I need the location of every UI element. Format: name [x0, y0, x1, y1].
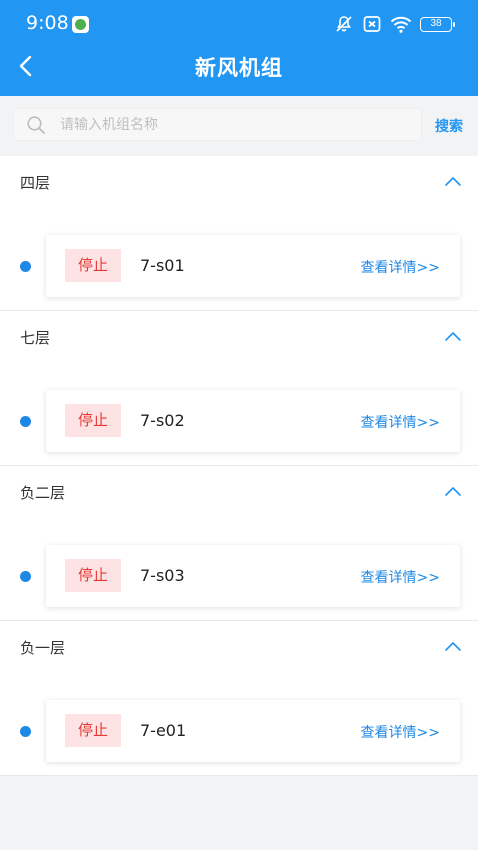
unit-name: 7-s02: [140, 411, 185, 430]
status-time: 9:08: [26, 12, 69, 34]
search-input[interactable]: [60, 116, 380, 133]
mute-icon: [336, 16, 352, 32]
sim-off-icon: [363, 16, 381, 32]
unit-card[interactable]: 停止 7-s02 查看详情>>: [46, 390, 460, 452]
status-icons: 38: [334, 13, 455, 35]
group-header[interactable]: 负二层: [0, 466, 478, 518]
floor-group: 负二层 停止 7-s03 查看详情>>: [0, 466, 478, 621]
unit-card[interactable]: 停止 7-s01 查看详情>>: [46, 235, 460, 297]
chevron-up-icon[interactable]: [444, 640, 462, 652]
unit-name: 7-s01: [140, 256, 185, 275]
unit-group-list: 四层 停止 7-s01 查看详情>> 七层 停止 7-s02 查看详情>> 负二…: [0, 156, 478, 776]
group-header[interactable]: 四层: [0, 156, 478, 208]
app-header: 9:08 38 新风机组: [0, 0, 478, 96]
group-title: 七层: [20, 329, 51, 347]
unit-card[interactable]: 停止 7-s03 查看详情>>: [46, 545, 460, 607]
view-details-link[interactable]: 查看详情>>: [361, 257, 440, 277]
group-title: 负二层: [20, 484, 66, 502]
group-header[interactable]: 七层: [0, 311, 478, 363]
view-details-link[interactable]: 查看详情>>: [361, 722, 440, 742]
status-badge: 停止: [65, 249, 121, 282]
status-dot: [20, 571, 31, 582]
page-title: 新风机组: [195, 56, 283, 80]
status-dot: [20, 726, 31, 737]
search-icon: [27, 115, 45, 134]
group-title: 负一层: [20, 639, 66, 657]
battery-icon: 38: [420, 16, 455, 32]
search-field[interactable]: [13, 108, 422, 141]
chevron-up-icon[interactable]: [444, 175, 462, 187]
unit-name: 7-e01: [140, 721, 187, 740]
status-badge: 停止: [65, 714, 121, 747]
view-details-link[interactable]: 查看详情>>: [361, 412, 440, 432]
search-button[interactable]: 搜索: [435, 116, 463, 136]
app-notification-icon: [72, 16, 89, 33]
status-bar: 9:08 38: [0, 0, 478, 46]
floor-group: 四层 停止 7-s01 查看详情>>: [0, 156, 478, 311]
status-dot: [20, 261, 31, 272]
wifi-icon: [390, 16, 412, 33]
group-header[interactable]: 负一层: [0, 621, 478, 673]
group-title: 四层: [20, 174, 51, 192]
unit-card[interactable]: 停止 7-e01 查看详情>>: [46, 700, 460, 762]
status-badge: 停止: [65, 559, 121, 592]
chevron-up-icon[interactable]: [444, 485, 462, 497]
view-details-link[interactable]: 查看详情>>: [361, 567, 440, 587]
search-bar: 搜索: [0, 96, 478, 156]
status-badge: 停止: [65, 404, 121, 437]
unit-name: 7-s03: [140, 566, 185, 585]
floor-group: 负一层 停止 7-e01 查看详情>>: [0, 621, 478, 776]
status-dot: [20, 416, 31, 427]
floor-group: 七层 停止 7-s02 查看详情>>: [0, 311, 478, 466]
chevron-up-icon[interactable]: [444, 330, 462, 342]
